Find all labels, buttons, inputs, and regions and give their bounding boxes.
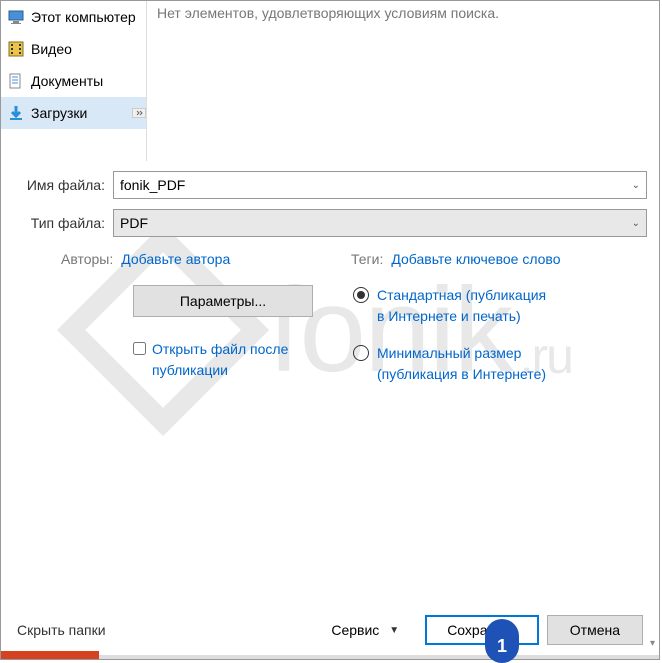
authors-label: Авторы:: [61, 251, 113, 267]
triangle-down-icon: ▼: [389, 625, 399, 636]
add-tag-link[interactable]: Добавьте ключевое слово: [391, 251, 560, 267]
sidebar-item-documents[interactable]: Документы: [1, 65, 146, 97]
expand-button[interactable]: [132, 108, 146, 118]
progress-track: [1, 655, 659, 659]
radio-minimal[interactable]: Минимальный размер (публикация в Интерне…: [353, 343, 647, 385]
add-author-link[interactable]: Добавьте автора: [121, 251, 230, 267]
documents-icon: [7, 72, 25, 90]
cancel-button[interactable]: Отмена: [547, 615, 643, 645]
filetype-label: Тип файла:: [13, 215, 113, 231]
sidebar-item-computer[interactable]: Этот компьютер: [1, 1, 146, 33]
sidebar-item-label: Загрузки: [31, 105, 87, 121]
sidebar-item-video[interactable]: Видео: [1, 33, 146, 65]
progress-bar: [1, 651, 99, 659]
empty-message: Нет элементов, удовлетворяющих условиям …: [157, 5, 499, 21]
sidebar-item-label: Видео: [31, 41, 72, 57]
save-button[interactable]: Сохранить: [425, 615, 539, 645]
radio-icon: [353, 287, 369, 303]
service-dropdown[interactable]: Сервис ▼: [331, 622, 399, 638]
file-list-area: Нет элементов, удовлетворяющих условиям …: [146, 1, 659, 161]
filetype-select[interactable]: PDF ⌄: [113, 209, 647, 237]
parameters-button[interactable]: Параметры...: [133, 285, 313, 317]
filename-label: Имя файла:: [13, 177, 113, 193]
sidebar-item-label: Документы: [31, 73, 103, 89]
open-after-label[interactable]: Открыть файл после публикации: [152, 339, 322, 381]
filename-input[interactable]: fonik_PDF ⌄: [113, 171, 647, 199]
tags-label: Теги:: [351, 251, 383, 267]
hide-folders-link[interactable]: Скрыть папки: [17, 622, 106, 638]
computer-icon: [7, 8, 25, 26]
sidebar-item-downloads[interactable]: Загрузки: [1, 97, 146, 129]
callout-marker: 1: [485, 619, 519, 663]
nav-sidebar: Этот компьютер Видео Документы Загрузки: [1, 1, 146, 161]
sidebar-item-label: Этот компьютер: [31, 9, 136, 25]
chevron-down-icon: ⌄: [632, 218, 640, 229]
chevron-down-icon[interactable]: ⌄: [632, 180, 640, 191]
radio-standard[interactable]: Стандартная (публикация в Интернете и пе…: [353, 285, 647, 327]
video-icon: [7, 40, 25, 58]
radio-icon: [353, 345, 369, 361]
open-after-checkbox[interactable]: [133, 342, 146, 355]
downloads-icon: [7, 104, 25, 122]
